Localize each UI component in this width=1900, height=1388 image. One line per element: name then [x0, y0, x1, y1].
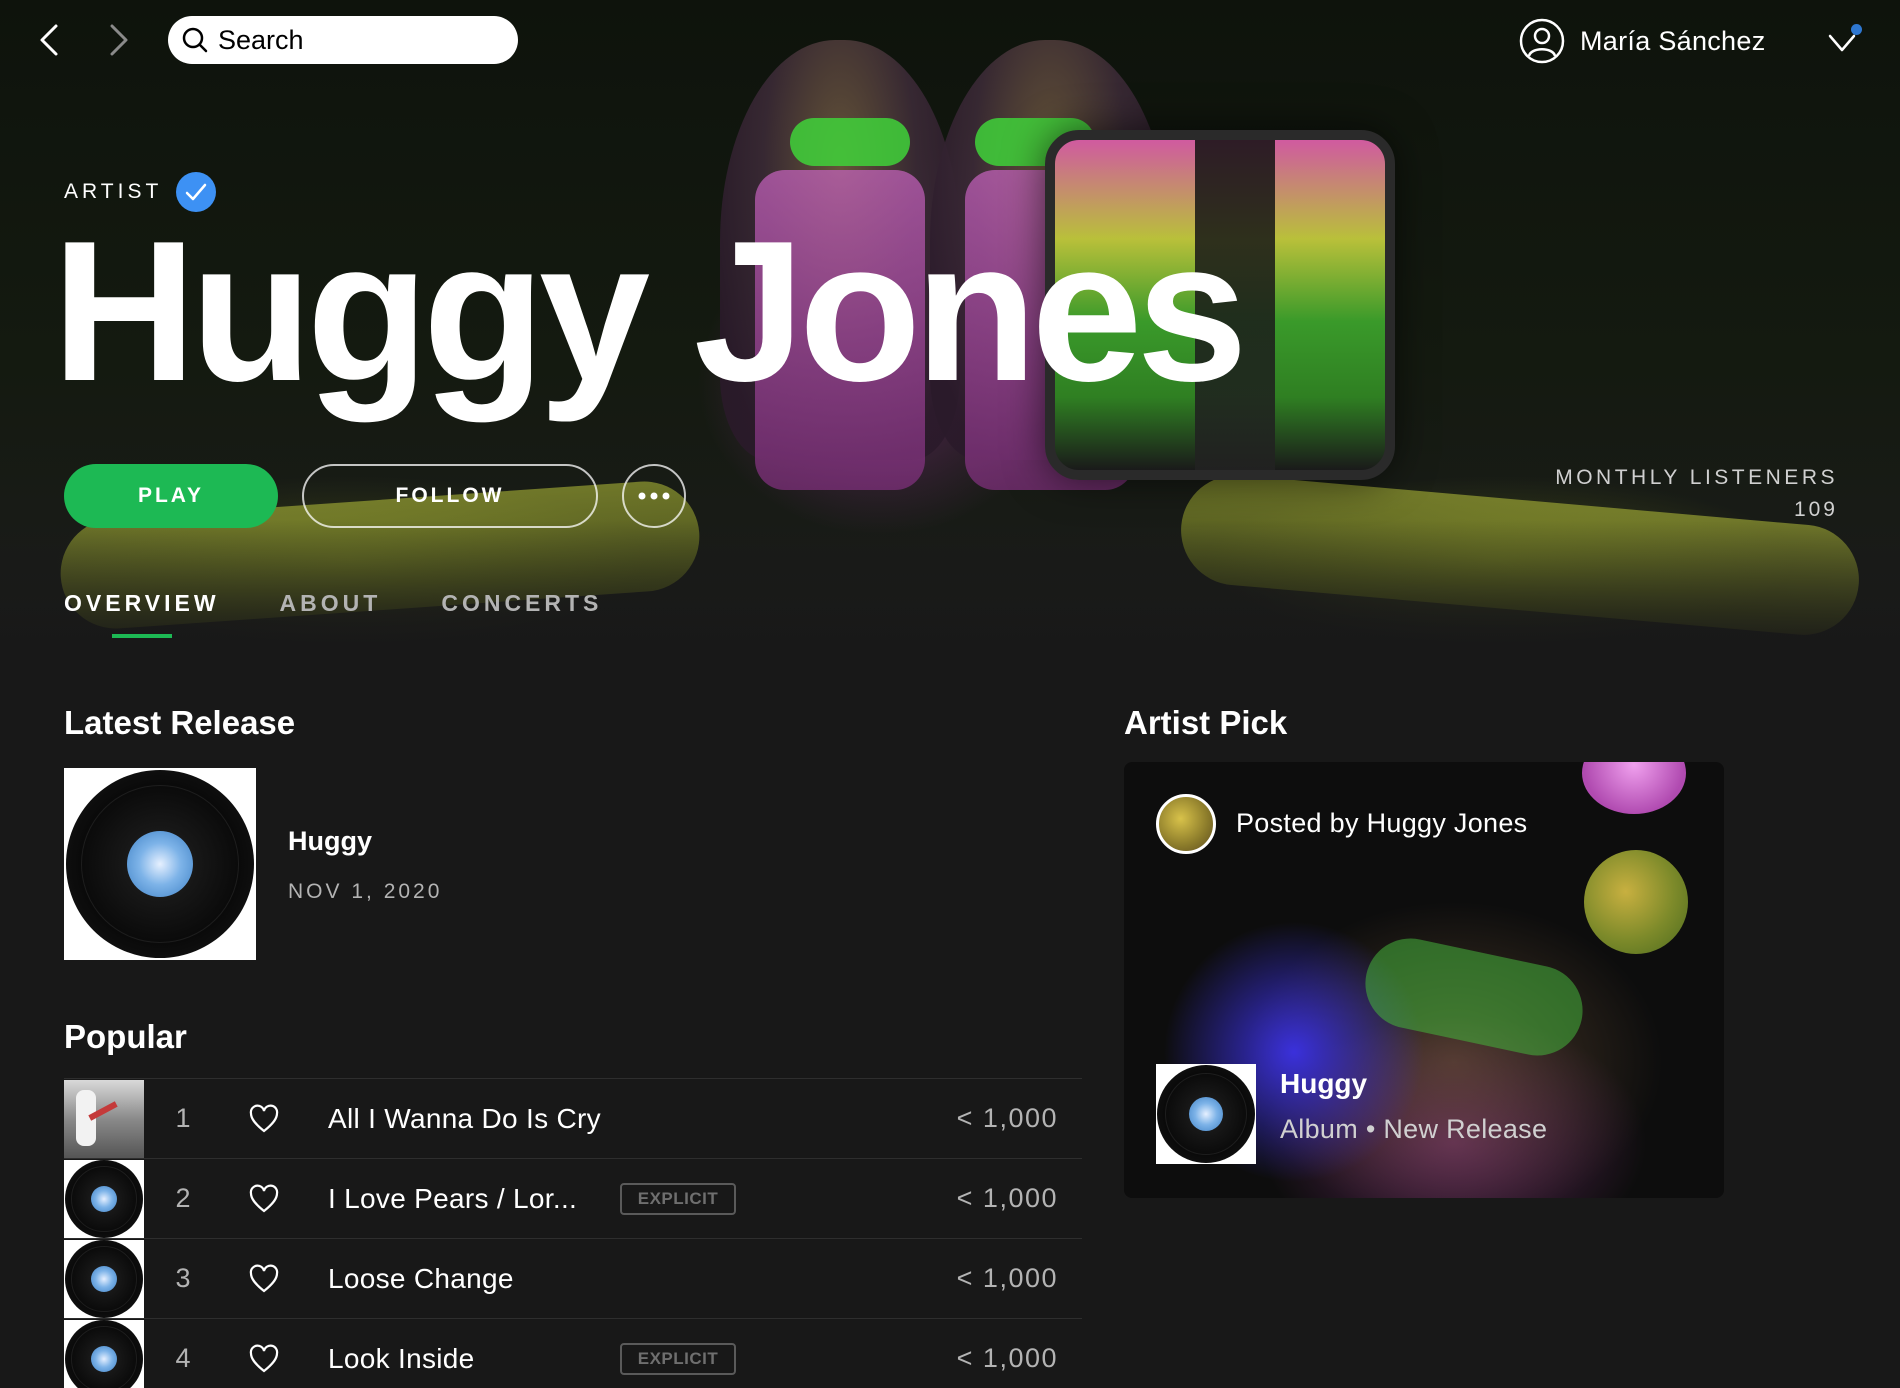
search-icon	[182, 27, 208, 53]
pick-art-goggles	[1357, 930, 1591, 1064]
user-icon	[1519, 18, 1565, 64]
search-input[interactable]	[218, 24, 498, 56]
back-button[interactable]	[30, 20, 70, 60]
track-play-count: < 1,000	[956, 1343, 1058, 1373]
track-row[interactable]: 1 All I Wanna Do Is Cry < 1,000	[64, 1078, 1082, 1158]
tab-overview[interactable]: OVERVIEW	[64, 590, 220, 638]
follow-button[interactable]: FOLLOW	[302, 464, 598, 528]
latest-release-cover[interactable]	[64, 768, 256, 960]
hero-art-goggles	[790, 118, 910, 166]
play-button[interactable]: PLAY	[64, 464, 278, 528]
track-number: 4	[175, 1343, 191, 1373]
popular-heading: Popular	[64, 1018, 187, 1055]
chevron-right-icon	[110, 24, 128, 56]
heart-icon[interactable]	[248, 1103, 280, 1135]
track-artwork	[64, 1240, 144, 1318]
track-artwork	[64, 1160, 144, 1238]
chevron-left-icon	[40, 24, 58, 56]
track-title: Look Inside	[328, 1343, 475, 1374]
pick-art-bubble	[1582, 762, 1686, 814]
user-profile[interactable]: María Sánchez	[1518, 16, 1766, 66]
record-label-image	[91, 1346, 117, 1372]
explicit-badge: EXPLICIT	[620, 1343, 736, 1375]
track-play-count: < 1,000	[956, 1183, 1058, 1213]
more-icon	[638, 492, 670, 500]
track-row[interactable]: 4 Look Inside EXPLICIT < 1,000	[64, 1318, 1082, 1388]
latest-release-heading: Latest Release	[64, 704, 296, 741]
record-label-image	[91, 1266, 117, 1292]
vinyl-record-image	[1157, 1065, 1255, 1163]
popular-tracks-list: 1 All I Wanna Do Is Cry < 1,000 2 I Love…	[64, 1078, 1082, 1388]
artist-pick-card[interactable]: Posted by Huggy Jones Huggy Album • New …	[1124, 762, 1724, 1198]
track-play-count: < 1,000	[956, 1103, 1058, 1133]
tab-concerts[interactable]: CONCERTS	[441, 590, 602, 617]
track-title: Loose Change	[328, 1263, 514, 1294]
artist-name: Huggy Jones	[52, 200, 1248, 423]
record-label-image	[1189, 1097, 1223, 1131]
search-bar[interactable]	[168, 16, 518, 64]
forward-button[interactable]	[98, 20, 138, 60]
explicit-badge: EXPLICIT	[620, 1183, 736, 1215]
record-label-image	[127, 831, 193, 897]
vinyl-record-image	[65, 1240, 143, 1318]
more-options-button[interactable]	[622, 464, 686, 528]
heart-icon[interactable]	[248, 1183, 280, 1215]
vinyl-record-image	[65, 1160, 143, 1238]
artist-tabs: OVERVIEW ABOUT CONCERTS	[64, 590, 662, 638]
track-title: All I Wanna Do Is Cry	[328, 1103, 601, 1134]
notification-dot	[1851, 24, 1862, 35]
avatar	[1156, 794, 1216, 854]
track-number: 1	[175, 1103, 191, 1133]
user-name: María Sánchez	[1580, 25, 1766, 56]
vinyl-record-image	[66, 770, 254, 958]
pick-art-bubble	[1584, 850, 1688, 954]
track-artwork	[64, 1080, 144, 1158]
heart-icon[interactable]	[248, 1343, 280, 1375]
monthly-listeners-label: MONTHLY LISTENERS	[1555, 466, 1838, 489]
user-menu-button[interactable]	[1822, 22, 1868, 62]
track-number: 3	[175, 1263, 191, 1293]
pick-posted-by: Posted by Huggy Jones	[1236, 808, 1528, 838]
track-row[interactable]: 3 Loose Change < 1,000	[64, 1238, 1082, 1318]
monthly-listeners: MONTHLY LISTENERS 109	[1555, 466, 1838, 522]
heart-icon[interactable]	[248, 1263, 280, 1295]
artist-pick-heading: Artist Pick	[1124, 704, 1288, 741]
pick-subtitle: Album • New Release	[1280, 1114, 1548, 1144]
record-label-image	[91, 1186, 117, 1212]
track-artwork	[64, 1320, 144, 1388]
pick-title: Huggy	[1280, 1068, 1368, 1099]
tab-about[interactable]: ABOUT	[280, 590, 382, 617]
artist-page: María Sánchez ARTIST Huggy Jones PLAY FO…	[0, 0, 1900, 1388]
track-row[interactable]: 2 I Love Pears / Lor... EXPLICIT < 1,000	[64, 1158, 1082, 1238]
monthly-listeners-count: 109	[1793, 498, 1838, 521]
latest-release-title[interactable]: Huggy	[288, 826, 372, 857]
pick-album-cover	[1156, 1064, 1256, 1164]
track-number: 2	[175, 1183, 191, 1213]
track-play-count: < 1,000	[956, 1263, 1058, 1293]
latest-release-date: NOV 1, 2020	[288, 880, 443, 903]
vinyl-record-image	[65, 1320, 143, 1388]
track-title: I Love Pears / Lor...	[328, 1183, 578, 1214]
